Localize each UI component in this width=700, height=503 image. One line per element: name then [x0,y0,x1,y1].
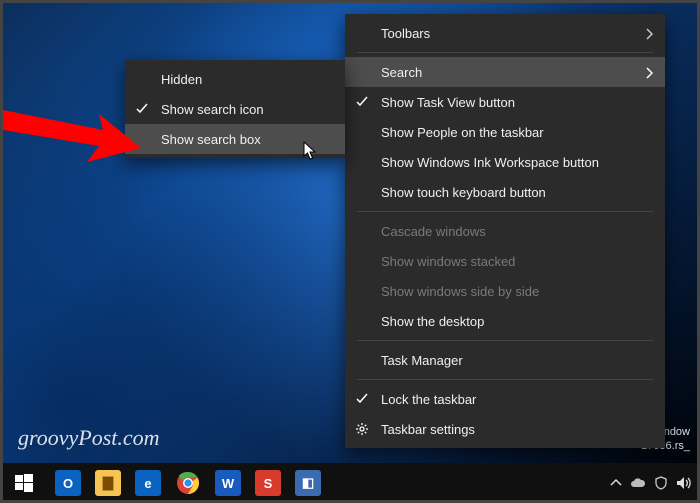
chevron-right-icon [645,67,653,79]
system-tray[interactable] [602,476,700,490]
submenu-item-show-search-box[interactable]: Show search box [125,124,345,154]
menu-label: Show windows stacked [381,254,515,269]
menu-label: Show search icon [161,102,264,117]
menu-item-show-desktop[interactable]: Show the desktop [345,306,665,336]
menu-item-show-people[interactable]: Show People on the taskbar [345,117,665,147]
menu-item-lock-taskbar[interactable]: Lock the taskbar [345,384,665,414]
menu-separator [357,211,653,212]
menu-separator [357,52,653,53]
menu-item-task-manager[interactable]: Task Manager [345,345,665,375]
tray-chevron-up-icon[interactable] [610,477,622,489]
menu-label: Show Task View button [381,95,515,110]
chevron-right-icon [645,28,653,40]
menu-label: Show People on the taskbar [381,125,544,140]
menu-label: Taskbar settings [381,422,475,437]
watermark-text: groovyPost.com [18,425,160,451]
menu-label: Show touch keyboard button [381,185,546,200]
menu-separator [357,379,653,380]
taskbar[interactable]: O ▇ e W S ◧ [0,463,700,503]
tray-onedrive-icon[interactable] [630,477,646,489]
submenu-item-hidden[interactable]: Hidden [125,64,345,94]
desktop-background: Window 17686.rs_ Toolbars Search Show Ta… [0,0,700,503]
gear-icon [355,422,369,436]
taskbar-app-outlook[interactable]: O [48,463,88,503]
menu-item-side-by-side: Show windows side by side [345,276,665,306]
menu-item-show-ink[interactable]: Show Windows Ink Workspace button [345,147,665,177]
start-button[interactable] [0,463,48,503]
menu-label: Show Windows Ink Workspace button [381,155,599,170]
menu-label: Cascade windows [381,224,486,239]
taskbar-app-generic[interactable]: ◧ [288,463,328,503]
submenu-item-show-search-icon[interactable]: Show search icon [125,94,345,124]
menu-separator [357,340,653,341]
taskbar-app-snagit[interactable]: S [248,463,288,503]
menu-item-stacked: Show windows stacked [345,246,665,276]
menu-label: Search [381,65,422,80]
check-icon [355,392,369,406]
menu-label: Show windows side by side [381,284,539,299]
taskbar-app-chrome[interactable] [168,463,208,503]
menu-item-taskbar-settings[interactable]: Taskbar settings [345,414,665,444]
menu-label: Show the desktop [381,314,484,329]
taskbar-app-edge[interactable]: e [128,463,168,503]
menu-item-toolbars[interactable]: Toolbars [345,18,665,48]
menu-item-cascade: Cascade windows [345,216,665,246]
taskbar-app-explorer[interactable]: ▇ [88,463,128,503]
menu-label: Show search box [161,132,261,147]
check-icon [355,95,369,109]
menu-label: Lock the taskbar [381,392,476,407]
taskbar-context-menu: Toolbars Search Show Task View button Sh… [345,14,665,448]
tray-defender-icon[interactable] [654,476,668,490]
menu-item-show-task-view[interactable]: Show Task View button [345,87,665,117]
menu-label: Task Manager [381,353,463,368]
menu-label: Hidden [161,72,202,87]
menu-item-search[interactable]: Search [345,57,665,87]
menu-item-show-touch-keyboard[interactable]: Show touch keyboard button [345,177,665,207]
menu-label: Toolbars [381,26,430,41]
taskbar-app-word[interactable]: W [208,463,248,503]
tray-volume-icon[interactable] [676,476,692,490]
windows-logo-icon [15,474,33,492]
annotation-arrow [3,100,143,180]
search-submenu: Hidden Show search icon Show search box [125,60,345,158]
chrome-icon [176,471,200,495]
